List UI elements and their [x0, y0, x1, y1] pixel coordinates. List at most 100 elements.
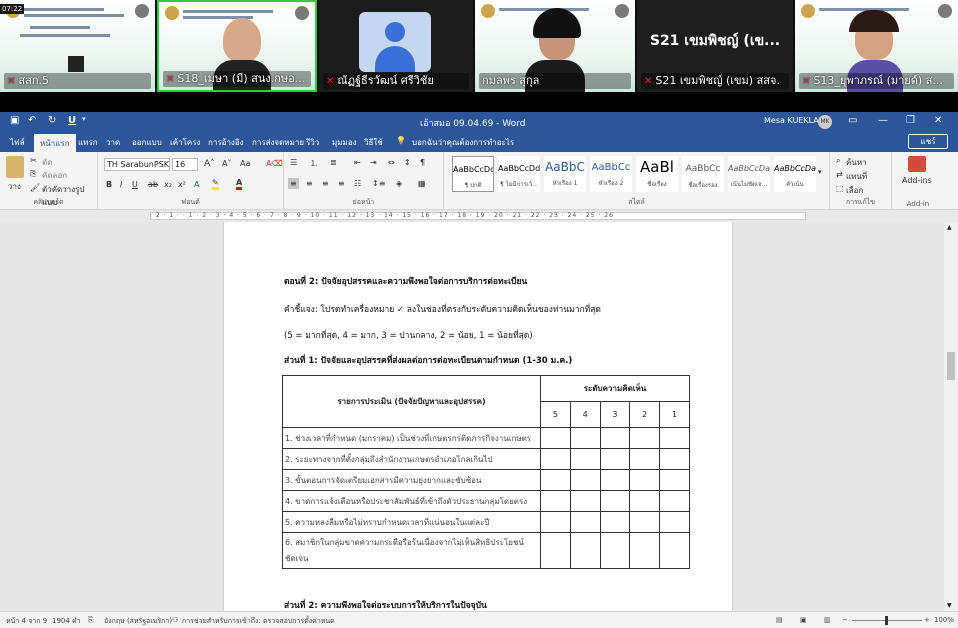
replace-button[interactable]: แทนที่ — [846, 170, 867, 183]
rating-cell[interactable] — [629, 427, 661, 449]
rating-cell[interactable] — [569, 427, 601, 449]
show-marks-icon[interactable]: ¶ — [420, 158, 425, 167]
rating-cell[interactable] — [569, 532, 601, 569]
style-title[interactable]: AaBl ชื่อเรื่อง — [636, 156, 678, 192]
styles-more-icon[interactable]: ▾ — [818, 168, 822, 176]
rating-cell[interactable] — [659, 469, 690, 491]
superscript-icon[interactable]: x² — [178, 180, 186, 189]
tab-insert[interactable]: แทรก — [78, 136, 98, 149]
tab-mailings[interactable]: การส่งจดหมาย — [252, 136, 304, 149]
qat-dropdown-icon[interactable]: ▾ — [82, 115, 86, 123]
rating-cell[interactable] — [629, 490, 661, 512]
maximize-icon[interactable]: ❐ — [906, 115, 915, 126]
align-center-icon[interactable]: ≡ — [306, 179, 313, 188]
shading-icon[interactable]: ◈ — [396, 179, 402, 188]
copy-icon[interactable]: ⎘ — [30, 169, 36, 179]
rating-cell[interactable] — [629, 469, 661, 491]
align-left-icon[interactable]: ≡ — [288, 178, 299, 189]
copy-button[interactable]: คัดลอก — [42, 169, 67, 182]
change-case-icon[interactable]: Aa — [240, 159, 250, 168]
rating-cell[interactable] — [540, 532, 571, 569]
rating-cell[interactable] — [599, 469, 631, 491]
align-right-icon[interactable]: ≡ — [322, 179, 329, 188]
tell-me-search[interactable]: บอกฉันว่าคุณต้องการทำอะไร — [412, 136, 514, 149]
numbering-icon[interactable]: ⒈ — [310, 158, 318, 169]
web-layout-icon[interactable]: ▥ — [824, 616, 831, 624]
rating-cell[interactable] — [659, 448, 690, 470]
rating-cell[interactable] — [540, 511, 571, 533]
rating-cell[interactable] — [599, 490, 631, 512]
proofing-icon[interactable]: ⎘ — [88, 616, 94, 625]
rating-cell[interactable] — [659, 427, 690, 449]
cut-button[interactable]: ตัด — [42, 156, 52, 169]
rating-cell[interactable] — [569, 469, 601, 491]
accessibility-status[interactable]: การช่วยสำหรับการเข้าถึง: ตรวจสอบการตั้งค… — [182, 616, 335, 627]
accessibility-icon[interactable]: ⚇ — [172, 616, 178, 624]
share-button[interactable]: แชร์ — [908, 134, 948, 149]
multilevel-list-icon[interactable]: ≣ — [330, 158, 337, 167]
language[interactable]: อังกฤษ (สหรัฐอเมริกา) — [104, 616, 172, 627]
thai-distributed-icon[interactable]: ☷ — [354, 179, 361, 188]
bullets-icon[interactable]: ☰ — [290, 158, 297, 167]
rating-cell[interactable] — [599, 532, 631, 569]
font-size-select[interactable]: 16 — [172, 158, 198, 171]
tab-view[interactable]: มุมมอง — [332, 136, 357, 149]
addins-button[interactable]: Add-ins — [902, 176, 932, 185]
underline-icon[interactable]: U — [68, 115, 76, 126]
zoom-in-icon[interactable]: + — [924, 616, 930, 624]
word-count[interactable]: 1904 คำ — [52, 616, 81, 627]
subscript-icon[interactable]: x₂ — [164, 180, 172, 189]
style-no-spacing[interactable]: AaBbCcDd ¶ ไม่มีการเว้... — [498, 156, 540, 192]
zoom-slider-thumb[interactable] — [885, 616, 888, 625]
ribbon-display-icon[interactable]: ▭ — [848, 115, 857, 126]
strikethrough-icon[interactable]: ab — [148, 180, 158, 189]
italic-icon[interactable]: I — [120, 180, 122, 189]
select-button[interactable]: เลือก — [846, 184, 863, 197]
addins-icon[interactable] — [908, 156, 926, 172]
close-icon[interactable]: ✕ — [934, 115, 942, 126]
tab-draw[interactable]: วาด — [106, 136, 120, 149]
rating-cell[interactable] — [540, 448, 571, 470]
tab-references[interactable]: การอ้างอิง — [208, 136, 244, 149]
participant-tile-5[interactable]: S21 เขมพิชญ์ (เข... ✕ S21 เขมพิชญ์ (เขม) … — [637, 0, 793, 92]
avatar[interactable]: MK — [818, 115, 832, 129]
style-subtle-emphasis[interactable]: AaBbCcDa เน้นไม่ชัดเจ... — [728, 156, 770, 192]
text-effects-icon[interactable]: A — [194, 180, 199, 189]
zoom-level[interactable]: 100% — [934, 616, 954, 624]
document-page[interactable]: ตอนที่ 2: ปัจจัยอุปสรรคและความพึงพอใจต่อ… — [224, 222, 732, 611]
style-emphasis[interactable]: AaBbCcDa ตัวเน้น — [774, 156, 816, 192]
rating-cell[interactable] — [569, 490, 601, 512]
participant-tile-4[interactable]: กมลพร สุกุล — [475, 0, 635, 92]
tab-design[interactable]: ออกแบบ — [132, 136, 162, 149]
participant-tile-1[interactable]: 07:22 ✕ สสก.5 — [0, 0, 155, 92]
font-name-select[interactable]: TH SarabunPSK — [104, 158, 170, 171]
decrease-indent-icon[interactable]: ⇤ — [354, 158, 361, 167]
tab-review[interactable]: รีวิว — [306, 136, 319, 149]
borders-icon[interactable]: ▦ — [418, 179, 426, 188]
scroll-up-icon[interactable]: ▲ — [947, 224, 952, 231]
tab-layout[interactable]: เค้าโครง — [170, 136, 200, 149]
rating-cell[interactable] — [569, 448, 601, 470]
zoom-out-icon[interactable]: − — [842, 616, 848, 624]
find-icon[interactable]: ⌕ — [836, 156, 840, 166]
style-heading-2[interactable]: AaBbCc หัวเรื่อง 2 — [590, 156, 632, 192]
rating-cell[interactable] — [569, 511, 601, 533]
style-normal[interactable]: AaBbCcDd ¶ ปกติ — [452, 156, 494, 192]
tab-file[interactable]: ไฟล์ — [10, 136, 25, 149]
sort-icon[interactable]: ↕ — [404, 158, 411, 167]
paste-icon[interactable] — [6, 156, 24, 178]
bold-icon[interactable]: B — [106, 180, 112, 189]
rating-cell[interactable] — [659, 532, 690, 569]
rating-cell[interactable] — [659, 511, 690, 533]
undo-icon[interactable]: ↶ — [28, 115, 36, 126]
underline-icon[interactable]: U — [132, 180, 138, 189]
save-icon[interactable]: ▣ — [10, 115, 19, 126]
rating-cell[interactable] — [540, 469, 571, 491]
minimize-icon[interactable]: — — [878, 115, 888, 126]
cut-icon[interactable]: ✂ — [30, 156, 37, 165]
scroll-down-icon[interactable]: ▼ — [947, 602, 952, 609]
ruler[interactable]: · 2 · 1 · · 1 · 2 · 3 · 4 · 5 · 6 · 7 · … — [0, 210, 958, 222]
rating-cell[interactable] — [629, 511, 661, 533]
rating-cell[interactable] — [540, 427, 571, 449]
style-heading-1[interactable]: AaBbC หัวเรื่อง 1 — [544, 156, 586, 192]
